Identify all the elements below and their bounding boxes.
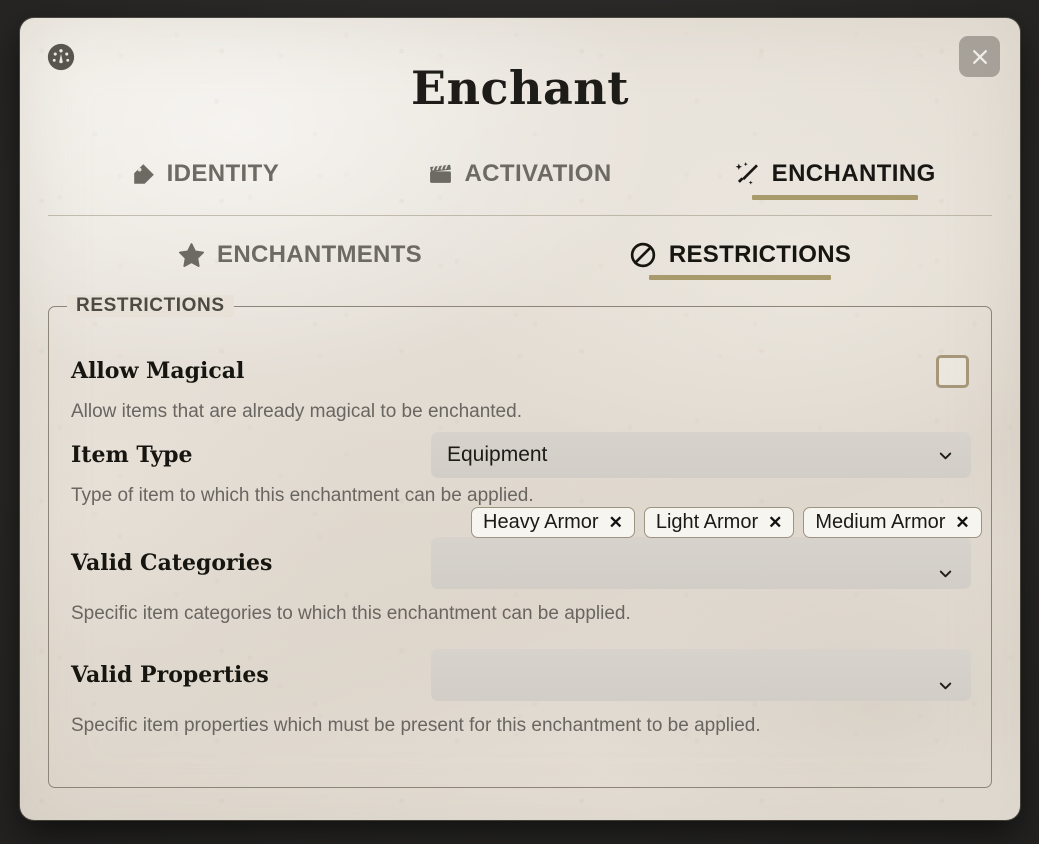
page-title: Enchant xyxy=(411,61,629,115)
valid-categories-label: Valid Categories xyxy=(71,550,273,576)
tab-enchanting[interactable]: ENCHANTING xyxy=(677,148,992,200)
chip-label: Heavy Armor xyxy=(483,511,599,533)
primary-tab-bar: IDENTITY ACTIVATION ENCHANTING xyxy=(48,148,992,216)
row-item-type: Item Type Equipment xyxy=(71,429,971,481)
row-valid-properties: Valid Properties xyxy=(71,645,971,705)
item-type-label: Item Type xyxy=(71,442,193,468)
chevron-down-icon xyxy=(936,446,955,465)
chevron-down-icon xyxy=(936,676,955,695)
chip-remove-icon[interactable]: ✕ xyxy=(955,514,969,531)
valid-properties-hint: Specific item properties which must be p… xyxy=(71,715,761,736)
restrictions-fieldset: RESTRICTIONS Allow Magical Allow items t… xyxy=(48,295,992,788)
enchant-dialog: Enchant IDENTITY ACTIVATION ENCHANTING E… xyxy=(20,18,1020,820)
secondary-tab-bar: ENCHANTMENTS RESTRICTIONS xyxy=(80,230,960,292)
row-valid-categories: Valid Categories Heavy Armor ✕ Light Arm… xyxy=(71,507,982,593)
valid-categories-hint: Specific item categories to which this e… xyxy=(71,603,631,624)
chip-remove-icon[interactable]: ✕ xyxy=(768,514,782,531)
gauge-icon xyxy=(44,40,78,74)
tab-identity[interactable]: IDENTITY xyxy=(48,148,363,200)
close-button[interactable] xyxy=(959,36,1000,77)
tag-icon xyxy=(132,162,156,186)
valid-categories-select[interactable] xyxy=(431,537,971,589)
tab-activation-label: ACTIVATION xyxy=(464,160,612,187)
item-type-select[interactable]: Equipment xyxy=(431,432,971,478)
tab-enchanting-label: ENCHANTING xyxy=(771,160,936,187)
tab-underline-active xyxy=(649,275,831,280)
item-type-value: Equipment xyxy=(447,443,548,466)
chip-label: Medium Armor xyxy=(815,511,946,533)
chip-label: Light Armor xyxy=(655,511,759,533)
chip-item[interactable]: Heavy Armor ✕ xyxy=(471,507,635,538)
chip-item[interactable]: Light Armor ✕ xyxy=(643,507,795,538)
valid-properties-value xyxy=(447,694,936,695)
chip-item[interactable]: Medium Armor ✕ xyxy=(803,507,982,538)
valid-categories-chips: Heavy Armor ✕ Light Armor ✕ Medium Armor… xyxy=(471,507,982,538)
tab-restrictions-label: RESTRICTIONS xyxy=(668,241,852,268)
valid-properties-label: Valid Properties xyxy=(71,662,269,688)
tab-identity-label: IDENTITY xyxy=(166,160,280,187)
valid-properties-select[interactable] xyxy=(431,649,971,701)
clapperboard-icon xyxy=(428,162,453,187)
tab-activation[interactable]: ACTIVATION xyxy=(363,148,678,200)
allow-magical-label: Allow Magical xyxy=(71,358,245,384)
fieldset-body: Allow Magical Allow items that are alrea… xyxy=(49,307,991,787)
magic-wand-icon xyxy=(734,161,761,188)
ban-icon xyxy=(629,241,657,269)
tab-enchantments[interactable]: ENCHANTMENTS xyxy=(80,230,520,280)
chip-remove-icon[interactable]: ✕ xyxy=(609,514,623,531)
tab-restrictions[interactable]: RESTRICTIONS xyxy=(520,230,960,280)
tab-enchantments-label: ENCHANTMENTS xyxy=(217,241,422,268)
allow-magical-hint: Allow items that are already magical to … xyxy=(71,401,522,422)
row-allow-magical: Allow Magical xyxy=(71,345,969,397)
close-icon xyxy=(970,47,990,67)
tab-underline-active xyxy=(751,195,918,200)
allow-magical-checkbox[interactable] xyxy=(936,354,969,388)
item-type-hint: Type of item to which this enchantment c… xyxy=(71,485,534,506)
valid-categories-value xyxy=(447,582,936,583)
chevron-down-icon xyxy=(936,564,955,583)
app-background: Enchant IDENTITY ACTIVATION ENCHANTING E… xyxy=(0,0,1039,844)
star-icon xyxy=(178,242,205,269)
